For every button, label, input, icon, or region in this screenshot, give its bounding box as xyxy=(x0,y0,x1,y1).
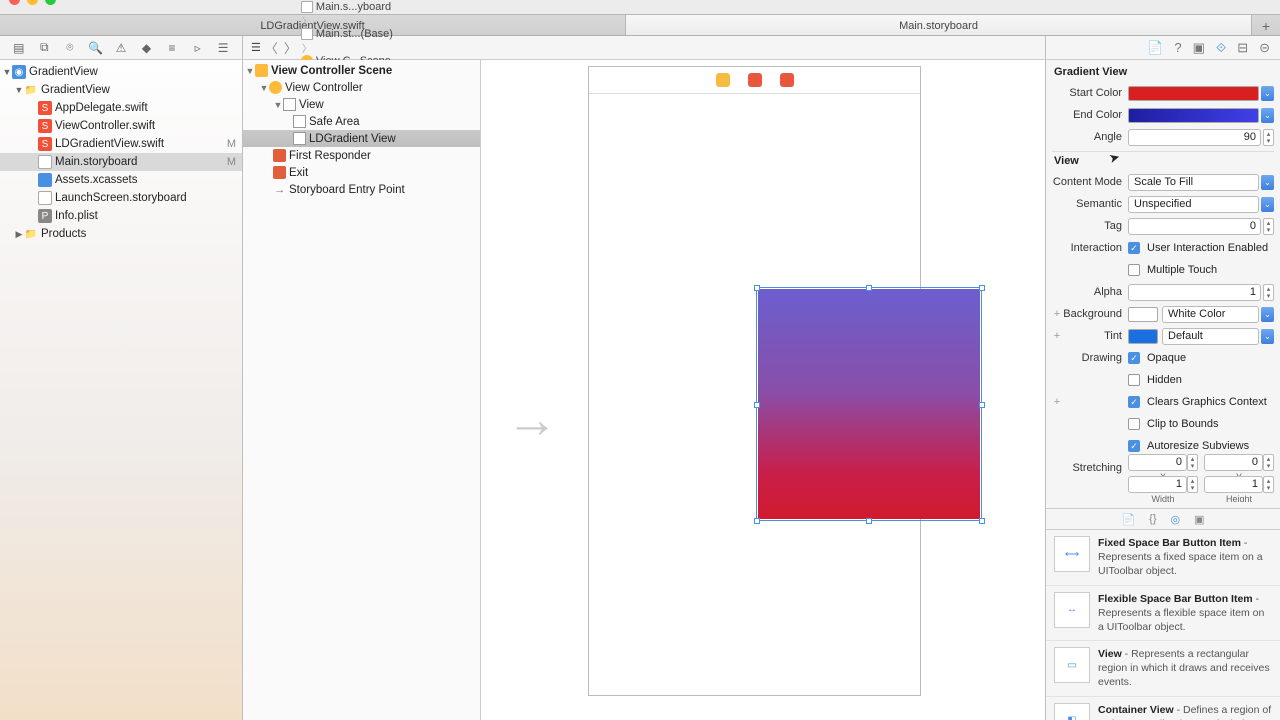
outline-gradient[interactable]: LDGradient View xyxy=(309,133,396,145)
file-Assets.xcassets[interactable]: Assets.xcassets xyxy=(0,171,242,189)
start-color-drop[interactable]: ⌄ xyxy=(1261,86,1274,101)
id-insp-icon[interactable]: ▣ xyxy=(1193,40,1205,56)
find-nav-icon[interactable]: 🔍 xyxy=(88,41,102,55)
bg-color-well[interactable] xyxy=(1128,307,1158,322)
stretch-y[interactable]: 0 xyxy=(1204,454,1263,471)
end-color-well[interactable] xyxy=(1128,108,1259,123)
inspector-pane: 📄?▣⟐⊟⊝ Gradient View Start Color⌄ End Co… xyxy=(1046,36,1280,720)
report-nav-icon[interactable]: ☰ xyxy=(216,41,230,55)
crumb-2[interactable]: Main.s...yboard xyxy=(301,1,399,13)
section-view: View xyxy=(1052,151,1274,172)
file-AppDelegate.swift[interactable]: SAppDelegate.swift xyxy=(0,99,242,117)
lib-item[interactable]: ⟷Fixed Space Bar Button Item - Represent… xyxy=(1046,530,1280,586)
lib-item[interactable]: ↔Flexible Space Bar Button Item - Repres… xyxy=(1046,586,1280,642)
autoresize-check[interactable]: ✓ xyxy=(1128,440,1140,452)
tag-field[interactable]: 0 xyxy=(1128,218,1261,235)
navigator-selector[interactable]: ▤ ⧉ ⌾ 🔍 ⚠ ◆ ≡ ▹ ☰ xyxy=(0,36,242,60)
outline-exit[interactable]: Exit xyxy=(289,167,308,179)
folder[interactable]: GradientView xyxy=(41,84,110,96)
outline-vc[interactable]: View Controller xyxy=(285,82,363,94)
file-Info.plist[interactable]: PInfo.plist xyxy=(0,207,242,225)
document-outline[interactable]: ▼View Controller Scene ▼View Controller … xyxy=(243,60,481,720)
stretch-w[interactable]: 1 xyxy=(1128,476,1187,493)
tab-right[interactable]: Main.storyboard xyxy=(626,15,1252,35)
opaque-check[interactable]: ✓ xyxy=(1128,352,1140,364)
clip-check[interactable] xyxy=(1128,418,1140,430)
issue-nav-icon[interactable]: ⚠ xyxy=(114,41,128,55)
end-color-drop[interactable]: ⌄ xyxy=(1261,108,1274,123)
break-nav-icon[interactable]: ▹ xyxy=(191,41,205,55)
project-root[interactable]: GradientView xyxy=(29,66,98,78)
semantic-select[interactable]: Unspecified xyxy=(1128,196,1259,213)
file-LDGradientView.swift[interactable]: SLDGradientView.swiftM xyxy=(0,135,242,153)
file-ViewController.swift[interactable]: SViewController.swift xyxy=(0,117,242,135)
library-tabs[interactable]: 📄{}◎▣ xyxy=(1046,508,1280,530)
project-tree[interactable]: ▼◉GradientView ▼📁GradientView SAppDelega… xyxy=(0,60,242,243)
alpha-field[interactable]: 1 xyxy=(1128,284,1261,301)
products-folder[interactable]: Products xyxy=(41,228,86,240)
window-controls[interactable] xyxy=(9,0,56,5)
clears-check[interactable]: ✓ xyxy=(1128,396,1140,408)
hidden-check[interactable] xyxy=(1128,374,1140,386)
exit-icon[interactable] xyxy=(780,73,794,87)
conn-insp-icon[interactable]: ⊝ xyxy=(1259,40,1270,56)
tint-select[interactable]: Default xyxy=(1162,328,1259,345)
lib-item[interactable]: ◧Container View - Defines a region of a … xyxy=(1046,697,1280,720)
navigator-pane: ▤ ⧉ ⌾ 🔍 ⚠ ◆ ≡ ▹ ☰ ▼◉GradientView ▼📁GradientView … xyxy=(0,36,243,720)
outline-entry[interactable]: Storyboard Entry Point xyxy=(289,184,405,196)
section-gradient: Gradient View xyxy=(1052,63,1274,83)
debug-nav-icon[interactable]: ≡ xyxy=(165,41,179,55)
related-icon[interactable]: ☰ xyxy=(251,41,261,54)
start-color-well[interactable] xyxy=(1128,86,1259,101)
bg-select[interactable]: White Color xyxy=(1162,306,1259,323)
test-nav-icon[interactable]: ◆ xyxy=(140,41,154,55)
outline-view[interactable]: View xyxy=(299,99,324,111)
symbol-nav-icon[interactable]: ⌾ xyxy=(63,41,77,55)
tint-color-well[interactable] xyxy=(1128,329,1158,344)
size-insp-icon[interactable]: ⊟ xyxy=(1237,40,1248,56)
multi-check[interactable] xyxy=(1128,264,1140,276)
canvas[interactable]: → xyxy=(481,60,1045,720)
entry-arrow: → xyxy=(506,390,558,450)
selection-outline xyxy=(756,287,982,521)
angle-stepper[interactable]: ▴▾ xyxy=(1263,129,1274,146)
lib-item[interactable]: ▭View - Represents a rectangular region … xyxy=(1046,641,1280,697)
object-library[interactable]: ⟷Fixed Space Bar Button Item - Represent… xyxy=(1046,530,1280,720)
tab-bar: LDGradientView.swift Main.storyboard + xyxy=(0,14,1280,36)
outline-scene[interactable]: View Controller Scene xyxy=(271,65,392,77)
help-insp-icon[interactable]: ? xyxy=(1174,40,1181,55)
file-insp-icon[interactable]: 📄 xyxy=(1147,40,1163,56)
crumb-3[interactable]: Main.st...(Base) xyxy=(301,28,399,40)
fr-icon[interactable] xyxy=(748,73,762,87)
stretch-h[interactable]: 1 xyxy=(1204,476,1263,493)
inspector-selector[interactable]: 📄? ▣ ⟐ ⊟ ⊝ xyxy=(1046,36,1280,60)
attr-insp-icon[interactable]: ⟐ xyxy=(1216,40,1226,56)
file-LaunchScreen.storyboard[interactable]: LaunchScreen.storyboard xyxy=(0,189,242,207)
outline-first-responder[interactable]: First Responder xyxy=(289,150,371,162)
file-Main.storyboard[interactable]: Main.storyboardM xyxy=(0,153,242,171)
jump-bar[interactable]: ☰ 〈〉 GradientView〉GradientView〉Main.s...… xyxy=(243,36,1045,60)
stretch-x[interactable]: 0 xyxy=(1128,454,1187,471)
content-mode-select[interactable]: Scale To Fill xyxy=(1128,174,1259,191)
angle-field[interactable]: 90 xyxy=(1128,129,1261,146)
project-nav-icon[interactable]: ▤ xyxy=(12,41,26,55)
fwd-button[interactable]: 〉 xyxy=(284,38,297,57)
uie-check[interactable]: ✓ xyxy=(1128,242,1140,254)
device-frame[interactable] xyxy=(588,66,921,696)
outline-safe[interactable]: Safe Area xyxy=(309,116,360,128)
vc-icon[interactable] xyxy=(716,73,730,87)
add-tab-button[interactable]: + xyxy=(1252,15,1280,35)
back-button[interactable]: 〈 xyxy=(265,38,278,57)
source-nav-icon[interactable]: ⧉ xyxy=(37,41,51,55)
